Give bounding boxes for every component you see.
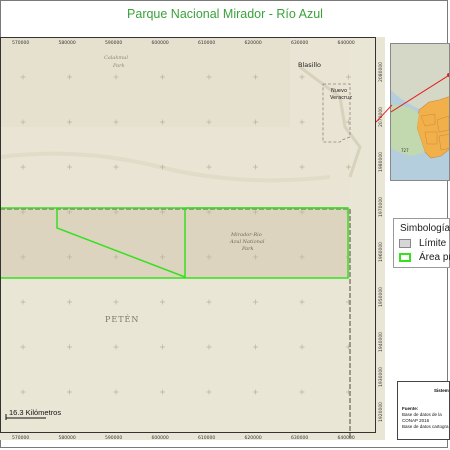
x-tick-bottom: 600000	[152, 435, 169, 440]
y-tick: 2080000	[378, 62, 384, 82]
label-mirador-2: Azul National	[229, 239, 265, 245]
x-tick-top: 570000	[12, 40, 29, 46]
y-tick: 1940000	[378, 332, 384, 352]
info-fuente: Fuente:	[402, 406, 419, 411]
label-blasillo: Blasillo	[298, 61, 321, 69]
x-tick-top: 590000	[105, 40, 122, 46]
label-mirador-3: Park	[241, 246, 254, 252]
label-nuevo-1: Nuevo	[331, 88, 347, 94]
y-tick: 1950000	[378, 287, 384, 307]
legend-swatch-area	[399, 253, 411, 262]
main-map[interactable]: 570000 580000 590000 600000 610000 620000 6300…	[0, 37, 385, 440]
y-tick: 1970000	[378, 197, 384, 217]
info-box: Sistem Fuente: Base de datos de la CONAP…	[397, 381, 450, 440]
x-tick-top: 630000	[291, 40, 308, 46]
x-tick-bottom: 640000	[338, 435, 355, 440]
x-tick-bottom: 570000	[12, 435, 29, 440]
x-tick-top: 580000	[59, 40, 76, 46]
x-tick-bottom: 620000	[245, 435, 262, 440]
info-system: Sistem	[434, 388, 449, 393]
x-tick-bottom: 630000	[291, 435, 308, 440]
x-tick-top: 640000	[338, 40, 355, 46]
x-tick-bottom: 590000	[105, 435, 122, 440]
legend-item-limite: Límite	[399, 238, 450, 250]
y-tick: 1960000	[378, 242, 384, 262]
label-nuevo-2: Veracruz	[330, 95, 352, 101]
label-calakmul-1: Calakmul	[104, 55, 128, 61]
legend-swatch-limite	[399, 239, 411, 248]
info-line3: Base de datos cartogra	[402, 424, 449, 429]
legend-label-area: Área pr	[419, 252, 450, 263]
label-mirador-1: Mirador-Rio	[230, 232, 262, 238]
x-tick-bottom: 610000	[198, 435, 215, 440]
info-line1: Base de datos de la	[402, 412, 442, 417]
x-tick-top: 620000	[245, 40, 262, 46]
locator-connector	[376, 104, 393, 123]
y-tick: 1920000	[378, 402, 384, 422]
label-calakmul-2: Park	[112, 63, 125, 69]
x-tick-top: 610000	[198, 40, 215, 46]
y-tick: 1930000	[378, 367, 384, 387]
x-tick-bottom: 580000	[59, 435, 76, 440]
map-canvas[interactable]: 570000 580000 590000 600000 610000 620000 6300…	[0, 37, 385, 440]
locator-inset: 727	[390, 43, 450, 181]
map-title: Parque Nacional Mirador - Río Azul	[127, 7, 323, 21]
y-tick: 1980000	[378, 152, 384, 172]
legend: Simbología Límite Área pr	[393, 218, 450, 268]
inset-label: 727	[401, 148, 409, 153]
x-tick-top: 600000	[152, 40, 169, 46]
legend-label-limite: Límite	[419, 238, 447, 249]
legend-item-area: Área pr	[399, 252, 450, 264]
label-peten: PETÉN	[105, 315, 139, 324]
legend-title: Simbología	[400, 223, 450, 234]
protected-area-fill	[0, 208, 350, 278]
info-line2: CONAP 2016	[402, 418, 430, 423]
scale-label: 16.3 Kilómetros	[9, 408, 62, 417]
